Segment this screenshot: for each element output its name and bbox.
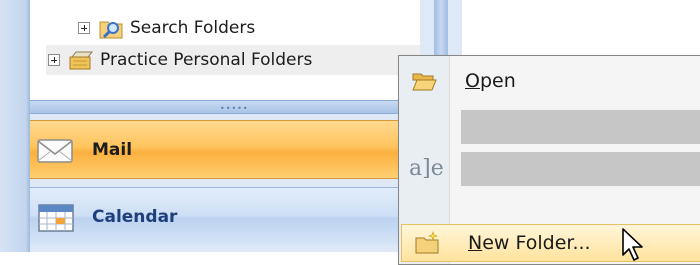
envelope-icon <box>37 138 73 163</box>
tree-item-practice-personal-folders[interactable]: Practice Personal Folders <box>46 45 420 75</box>
personal-folders-icon <box>69 51 94 70</box>
practice-personal-folders-label: Practice Personal Folders <box>100 50 313 70</box>
folder-list: Search Folders Practice Personal Folders <box>30 0 420 100</box>
context-menu: Open a]e New Folder... <box>398 55 700 265</box>
menu-label-new-folder: New Folder... <box>468 232 591 254</box>
pane-splitter[interactable]: ••••• <box>30 100 420 114</box>
open-folder-icon <box>412 73 437 91</box>
scrollbar-thumb[interactable] <box>434 0 448 61</box>
mail-label: Mail <box>92 139 133 160</box>
splitter-grip-icon: ••••• <box>220 104 249 113</box>
search-folder-icon <box>99 21 123 39</box>
nav-button-calendar[interactable]: Calendar <box>30 187 420 246</box>
search-folders-label: Search Folders <box>130 18 256 38</box>
expand-icon[interactable] <box>78 22 90 34</box>
open-label-rest: pen <box>479 70 516 92</box>
new-folder-label-rest: ew Folder... <box>482 232 591 254</box>
navigation-pane: Search Folders Practice Personal Folders… <box>0 0 420 252</box>
nav-button-mail[interactable]: Mail <box>30 120 420 179</box>
menu-item-disabled <box>461 152 700 186</box>
new-folder-icon <box>415 231 439 254</box>
menu-item-new-folder[interactable]: New Folder... <box>401 224 700 262</box>
menu-item-disabled <box>461 110 700 144</box>
pane-left-edge <box>0 0 30 252</box>
new-folder-accelerator: N <box>468 232 483 254</box>
open-accelerator: O <box>465 70 480 92</box>
calendar-icon <box>38 204 74 232</box>
menu-label-open: Open <box>465 70 516 92</box>
expand-icon[interactable] <box>48 54 60 66</box>
rename-icon: a]e <box>409 156 444 181</box>
calendar-label: Calendar <box>92 207 178 227</box>
tree-item-search-folders[interactable]: Search Folders <box>76 13 255 43</box>
menu-item-open[interactable]: Open <box>399 59 700 103</box>
mouse-pointer-icon <box>622 228 643 261</box>
